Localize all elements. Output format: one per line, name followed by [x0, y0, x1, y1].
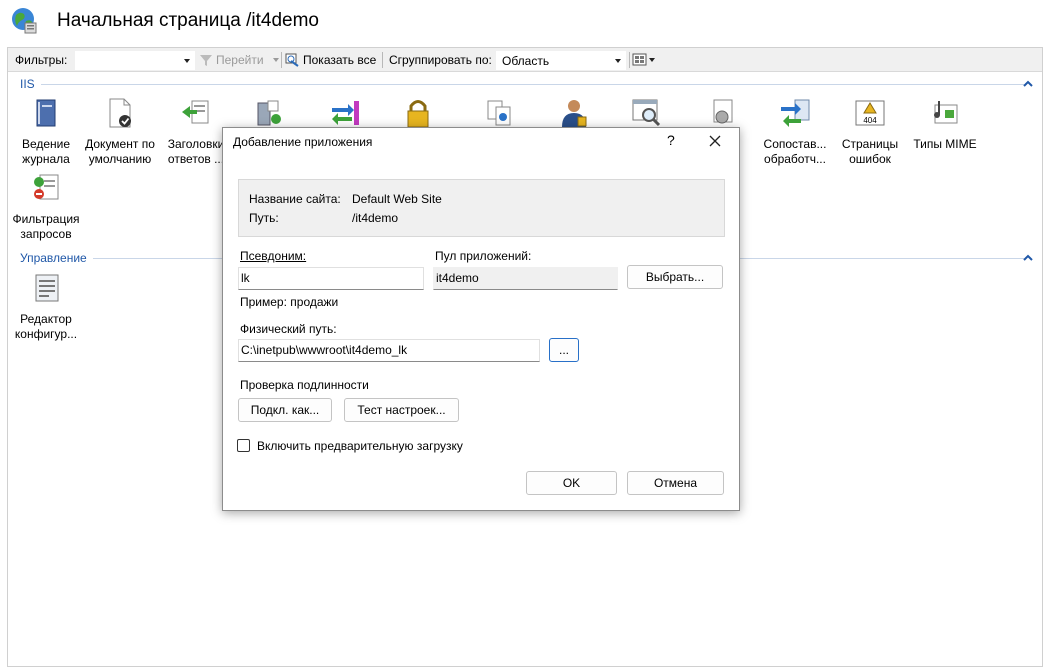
chevron-down-icon — [615, 59, 621, 63]
page-title: Начальная страница /it4demo — [57, 10, 319, 31]
go-button[interactable]: Перейти — [216, 48, 264, 72]
preload-label[interactable]: Включить предварительную загрузку — [257, 439, 463, 453]
test-settings-button[interactable]: Тест настроек... — [344, 398, 459, 422]
feature-default-document[interactable]: Документ по умолчанию — [81, 97, 159, 167]
path-value: /it4demo — [352, 211, 399, 225]
dialog-title: Добавление приложения — [233, 135, 373, 149]
view-dropdown-arrow-icon[interactable] — [649, 58, 655, 62]
feature-label: Сопостав... — [763, 137, 827, 151]
toolbar-separator — [629, 52, 630, 68]
group-by-value: Область — [502, 54, 550, 68]
feature-label: Ведение — [21, 137, 71, 151]
feature-label: Документ по — [85, 137, 155, 151]
feature-label: запросов — [20, 227, 72, 241]
site-name-label: Название сайта: — [249, 192, 341, 206]
browse-button[interactable]: ... — [549, 338, 579, 362]
select-pool-button[interactable]: Выбрать... — [627, 265, 723, 289]
app-pool-label: Пул приложений: — [435, 249, 532, 263]
connect-as-button[interactable]: Подкл. как... — [238, 398, 332, 422]
add-application-dialog: Добавление приложения ? Название сайта: … — [222, 127, 740, 511]
alias-example: Пример: продажи — [240, 295, 339, 309]
filter-combobox[interactable] — [75, 51, 195, 70]
feature-label: обработч... — [764, 152, 826, 166]
group-by-label: Сгруппировать по: — [389, 53, 492, 67]
filter-label: Фильтры: — [15, 53, 68, 67]
feature-mime-types[interactable]: Типы MIME — [906, 97, 984, 152]
section-management-label: Управление — [20, 250, 93, 266]
server-modules-icon — [257, 100, 281, 126]
show-all-button[interactable]: Показать все — [303, 48, 376, 72]
site-info-panel: Название сайта: Default Web Site Путь: /… — [238, 179, 725, 237]
handler-arrows-icon — [332, 101, 359, 125]
feature-label: Типы MIME — [913, 137, 977, 151]
log-book-icon — [36, 99, 56, 127]
browse-directory-icon — [632, 99, 661, 127]
feature-logging[interactable]: Ведение журнала — [7, 97, 85, 167]
configuration-editor-icon — [35, 274, 59, 302]
feature-label: Фильтрация — [12, 212, 80, 226]
ok-button[interactable]: OK — [526, 471, 617, 495]
go-dropdown-arrow-icon[interactable] — [273, 58, 279, 62]
show-all-icon — [285, 53, 299, 67]
toolbar-separator — [281, 52, 282, 68]
filter-toolbar: Фильтры: Перейти Показать все Сгруппиров… — [8, 48, 1042, 72]
feature-label: Страницы — [841, 137, 899, 151]
funnel-icon — [200, 55, 212, 66]
alias-input[interactable]: lk — [238, 267, 424, 290]
site-name-value: Default Web Site — [352, 192, 442, 206]
alias-label: Псевдоним: — [240, 249, 307, 263]
default-document-icon — [109, 98, 131, 128]
view-grid-icon[interactable] — [632, 53, 648, 67]
section-iis-label: IIS — [20, 76, 41, 92]
help-button[interactable]: ? — [667, 132, 681, 148]
feature-label: умолчанию — [88, 152, 152, 166]
cancel-button[interactable]: Отмена — [627, 471, 724, 495]
authentication-label: Проверка подлинности — [240, 378, 369, 392]
feature-label: Редактор — [20, 312, 72, 326]
chevron-up-icon[interactable] — [1022, 78, 1034, 90]
error-pages-icon: 404 — [855, 100, 885, 126]
feature-configuration-editor[interactable]: Редактор конфигур... — [7, 272, 85, 342]
feature-label: конфигур... — [14, 327, 78, 341]
section-iis: IIS — [8, 76, 1042, 92]
response-headers-icon — [182, 100, 209, 124]
lock-icon — [407, 100, 429, 128]
feature-label: журнала — [22, 152, 70, 166]
feature-label: ошибок — [849, 152, 891, 166]
group-by-combobox[interactable]: Область — [496, 51, 626, 70]
feature-request-filtering[interactable]: Фильтрация запросов — [7, 172, 85, 242]
mime-types-icon — [934, 101, 958, 124]
page-header: Начальная страница /it4demo — [0, 0, 1048, 44]
physical-path-label: Физический путь: — [240, 322, 337, 336]
physical-path-input[interactable]: C:\inetpub\wwwroot\it4demo_lk — [238, 339, 540, 362]
compression-icon — [487, 100, 511, 126]
globe-icon — [12, 8, 37, 34]
feature-handler-mappings[interactable]: Сопостав... обработч... — [756, 97, 834, 167]
request-filtering-icon — [34, 174, 59, 200]
app-pool-field: it4demo — [433, 267, 618, 290]
preload-checkbox[interactable] — [237, 439, 250, 452]
feature-error-pages[interactable]: 404 Страницы ошибок — [831, 97, 909, 167]
section-divider — [20, 84, 1024, 85]
chevron-down-icon — [184, 59, 190, 63]
handler-mappings-icon — [781, 99, 810, 127]
error-badge-text: 404 — [863, 116, 877, 125]
certificate-icon — [713, 99, 733, 124]
chevron-up-icon[interactable] — [1022, 252, 1034, 264]
user-icon — [562, 100, 587, 127]
close-icon[interactable] — [707, 133, 723, 149]
path-label: Путь: — [249, 211, 279, 225]
toolbar-separator — [382, 52, 383, 68]
